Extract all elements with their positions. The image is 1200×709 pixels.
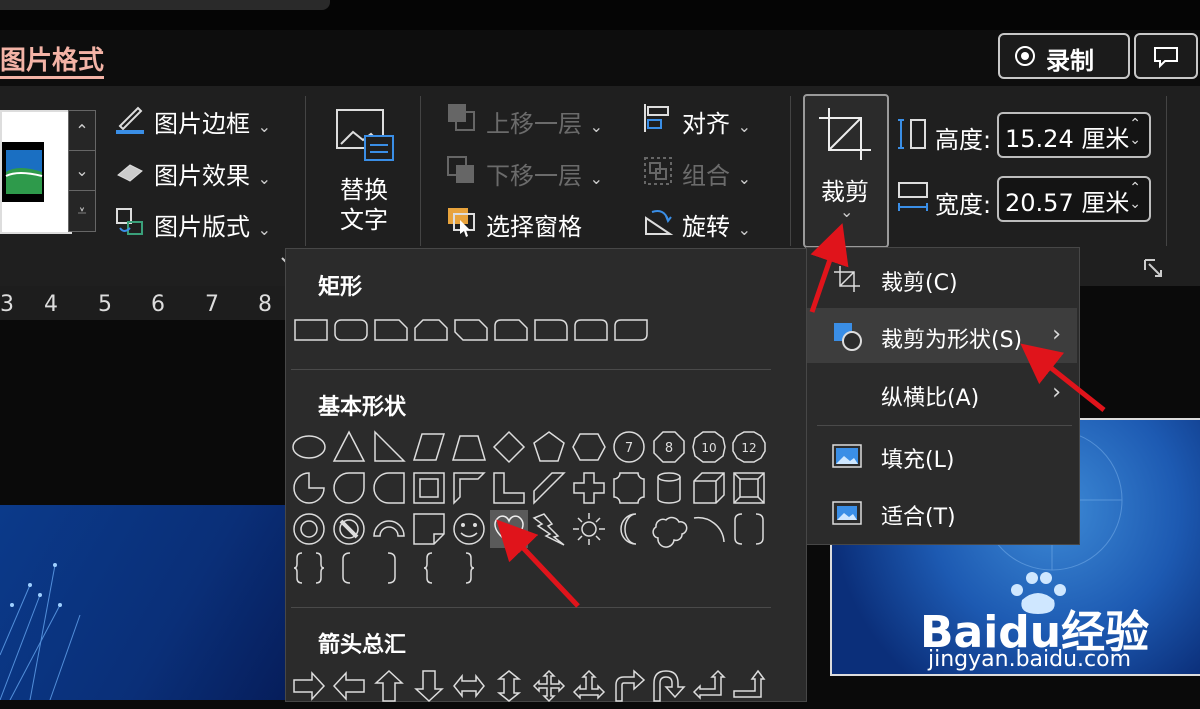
annotation-arrows [496,223,1106,608]
